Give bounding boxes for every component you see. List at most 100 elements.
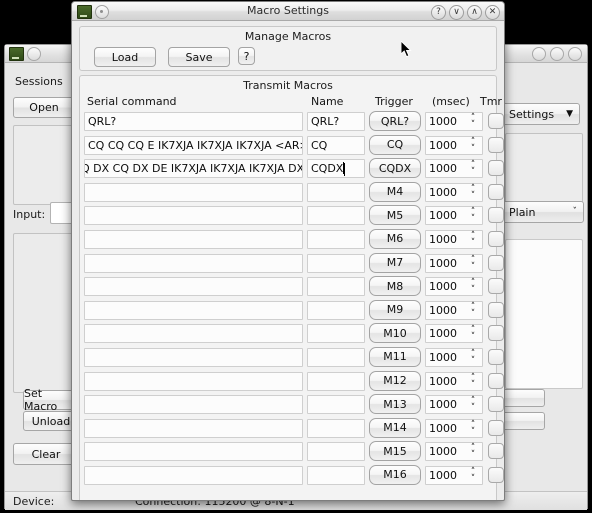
spinner-arrows[interactable]: ˄ ˅ <box>468 255 478 272</box>
tmr-checkbox[interactable] <box>488 301 504 318</box>
close-icon[interactable]: ✕ <box>485 5 500 20</box>
macro-name-input[interactable] <box>307 277 365 297</box>
spinner-down-icon[interactable]: ˅ <box>471 191 476 200</box>
macro-name-input[interactable] <box>307 206 365 226</box>
close-icon[interactable] <box>568 47 582 61</box>
spinner-arrows[interactable]: ˄ ˅ <box>468 114 478 130</box>
tmr-checkbox[interactable] <box>488 278 504 295</box>
help-button[interactable]: ? <box>238 47 255 65</box>
macro-name-input[interactable] <box>307 182 365 202</box>
spinner-down-icon[interactable]: ˅ <box>471 286 476 295</box>
trigger-button[interactable]: M7 <box>369 252 421 273</box>
spinner-down-icon[interactable]: ˅ <box>471 215 476 224</box>
right-button-b[interactable] <box>501 412 545 430</box>
serial-command-input[interactable] <box>84 277 303 297</box>
tmr-checkbox[interactable] <box>488 113 504 129</box>
serial-command-input[interactable]: Q DX CQ DX DE IK7XJA IK7XJA IK7XJA DX <A… <box>84 159 303 179</box>
trigger-button[interactable]: M15 <box>369 441 421 462</box>
macro-name-input[interactable] <box>307 347 365 367</box>
spinner-down-icon[interactable]: ˅ <box>471 238 476 247</box>
open-button[interactable]: Open <box>13 97 75 118</box>
msec-spinbox[interactable]: 1000 ˄ ˅ <box>425 206 483 226</box>
spinner-arrows[interactable]: ˄ ˅ <box>468 349 478 366</box>
spinner-arrows[interactable]: ˄ ˅ <box>468 208 478 224</box>
macro-name-input[interactable]: CQ <box>307 135 365 155</box>
serial-command-input[interactable] <box>84 465 303 485</box>
trigger-button[interactable]: M13 <box>369 394 421 415</box>
spinner-down-icon[interactable]: ˅ <box>471 427 476 436</box>
right-button-a[interactable] <box>501 389 545 407</box>
trigger-button[interactable]: M10 <box>369 323 421 344</box>
spinner-arrows[interactable]: ˄ ˅ <box>468 302 478 319</box>
spinner-down-icon[interactable]: ˅ <box>471 451 476 460</box>
format-combo[interactable]: Plain ˇ <box>502 201 584 223</box>
msec-spinbox[interactable]: 1000 ˄ ˅ <box>425 135 483 155</box>
minimize-icon[interactable] <box>532 47 546 61</box>
macro-settings-dialog[interactable]: Macro Settings ? ∨ ∧ ✕ Manage Macros Loa… <box>71 1 505 501</box>
spinner-arrows[interactable]: ˄ ˅ <box>468 420 478 437</box>
tmr-checkbox[interactable] <box>488 372 504 389</box>
spinner-down-icon[interactable]: ˅ <box>471 121 476 130</box>
tmr-checkbox[interactable] <box>488 160 504 177</box>
tmr-checkbox[interactable] <box>488 419 504 436</box>
tmr-checkbox[interactable] <box>488 207 504 224</box>
spinner-arrows[interactable]: ˄ ˅ <box>468 137 478 154</box>
tmr-checkbox[interactable] <box>488 466 504 483</box>
serial-command-input[interactable]: QRL? <box>84 112 303 131</box>
trigger-button[interactable]: M14 <box>369 417 421 438</box>
tmr-checkbox[interactable] <box>488 443 504 460</box>
spinner-arrows[interactable]: ˄ ˅ <box>468 161 478 177</box>
serial-command-input[interactable] <box>84 395 303 415</box>
spinner-down-icon[interactable]: ˅ <box>471 474 476 483</box>
serial-command-input[interactable] <box>84 371 303 391</box>
msec-spinbox[interactable]: 1000 ˄ ˅ <box>425 253 483 273</box>
spinner-down-icon[interactable]: ˅ <box>471 309 476 318</box>
trigger-button[interactable]: M4 <box>369 181 421 202</box>
msec-spinbox[interactable]: 1000 ˄ ˅ <box>425 300 483 320</box>
serial-command-input[interactable] <box>84 347 303 367</box>
spinner-arrows[interactable]: ˄ ˅ <box>468 326 478 342</box>
spinner-arrows[interactable]: ˄ ˅ <box>468 279 478 295</box>
msec-spinbox[interactable]: 1000 ˄ ˅ <box>425 112 483 131</box>
spinner-arrows[interactable]: ˄ ˅ <box>468 231 478 248</box>
tmr-checkbox[interactable] <box>488 136 504 153</box>
dialog-titlebar[interactable]: Macro Settings ? ∨ ∧ ✕ <box>72 2 504 21</box>
load-button[interactable]: Load <box>94 47 156 67</box>
trigger-button[interactable]: CQDX <box>369 158 421 179</box>
spinner-down-icon[interactable]: ˅ <box>471 168 476 177</box>
tmr-checkbox[interactable] <box>488 325 504 342</box>
spinner-down-icon[interactable]: ˅ <box>471 404 476 413</box>
serial-command-input[interactable] <box>84 442 303 462</box>
macro-name-input[interactable] <box>307 418 365 438</box>
spinner-arrows[interactable]: ˄ ˅ <box>468 373 478 390</box>
tmr-checkbox[interactable] <box>488 396 504 413</box>
macro-name-input[interactable]: CQDX <box>307 159 365 179</box>
serial-command-input[interactable] <box>84 182 303 202</box>
maximize-icon[interactable] <box>550 47 564 61</box>
msec-spinbox[interactable]: 1000 ˄ ˅ <box>425 395 483 415</box>
msec-spinbox[interactable]: 1000 ˄ ˅ <box>425 324 483 344</box>
spinner-down-icon[interactable]: ˅ <box>471 262 476 271</box>
msec-spinbox[interactable]: 1000 ˄ ˅ <box>425 465 483 485</box>
save-button[interactable]: Save <box>168 47 230 67</box>
spinner-down-icon[interactable]: ˅ <box>471 380 476 389</box>
spinner-arrows[interactable]: ˄ ˅ <box>468 467 478 484</box>
serial-command-input[interactable]: CQ CQ CQ E IK7XJA IK7XJA IK7XJA <AR> <box>84 135 303 155</box>
serial-command-input[interactable] <box>84 418 303 438</box>
serial-command-input[interactable] <box>84 324 303 344</box>
macro-name-input[interactable] <box>307 371 365 391</box>
help-icon[interactable]: ? <box>431 5 446 20</box>
spinner-down-icon[interactable]: ˅ <box>471 144 476 153</box>
trigger-button[interactable]: M8 <box>369 276 421 297</box>
clear-button[interactable]: Clear <box>13 443 79 465</box>
trigger-button[interactable]: QRL? <box>369 111 421 131</box>
settings-button[interactable]: Settings ▼ <box>500 103 580 125</box>
macro-name-input[interactable] <box>307 229 365 249</box>
trigger-button[interactable]: M16 <box>369 464 421 485</box>
maximize-icon[interactable]: ∧ <box>467 5 482 20</box>
serial-command-input[interactable] <box>84 253 303 273</box>
spinner-arrows[interactable]: ˄ ˅ <box>468 444 478 460</box>
macro-name-input[interactable] <box>307 442 365 462</box>
serial-command-input[interactable] <box>84 229 303 249</box>
macro-name-input[interactable] <box>307 465 365 485</box>
